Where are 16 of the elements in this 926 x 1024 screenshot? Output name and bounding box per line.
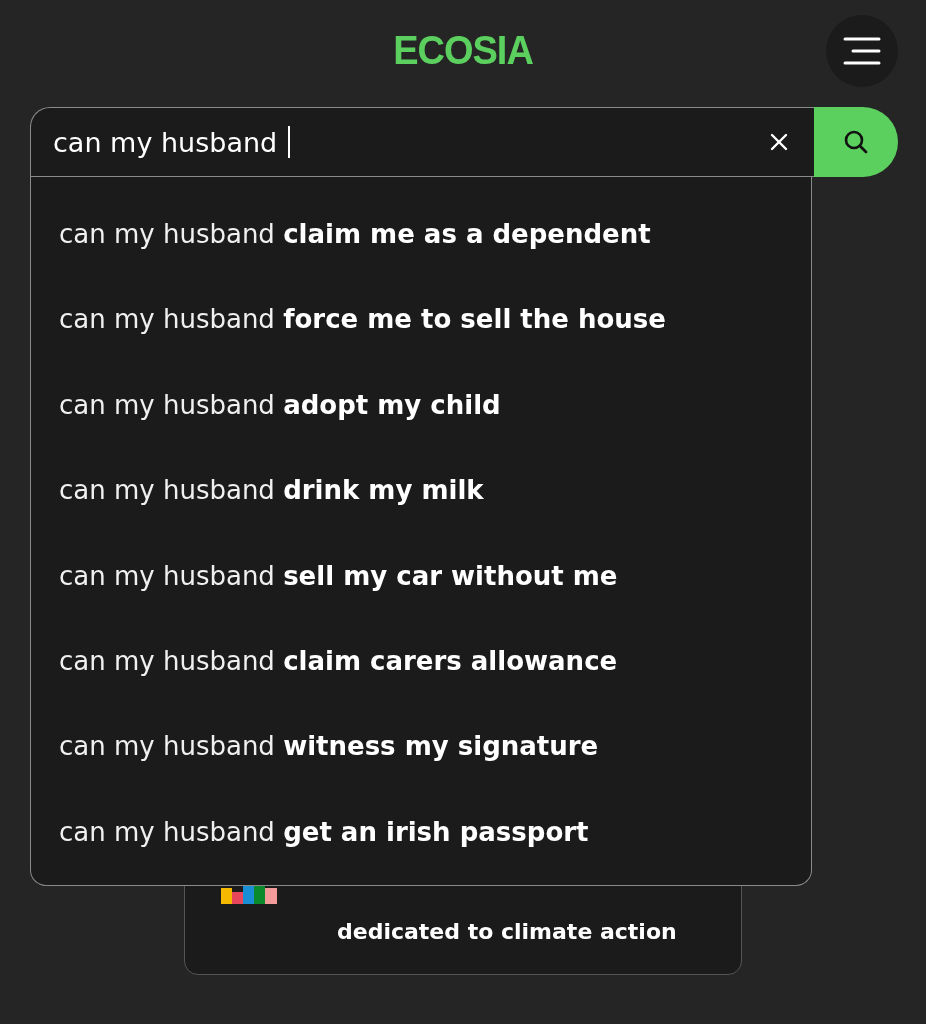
logo[interactable]: ECOSIA: [393, 27, 533, 73]
close-icon: [769, 132, 789, 152]
suggestion-item[interactable]: can my husband claim carers allowance: [31, 618, 811, 705]
counter-caption: dedicated to climate action: [337, 919, 677, 944]
search-icon: [843, 129, 869, 155]
suggestion-item[interactable]: can my husband force me to sell the house: [31, 277, 811, 363]
search-button[interactable]: [814, 107, 898, 177]
clear-button[interactable]: [744, 107, 814, 177]
suggestion-item[interactable]: can my husband sell my car without me: [31, 533, 811, 619]
suggestion-item[interactable]: can my husband drink my milk: [31, 448, 811, 534]
suggestion-item[interactable]: can my husband witness my signature: [31, 704, 811, 790]
suggestion-item[interactable]: can my husband get an irish passport: [31, 789, 811, 876]
suggestion-item[interactable]: can my husband claim me as a dependent: [31, 192, 811, 278]
menu-icon: [843, 36, 881, 66]
suggestion-item[interactable]: can my husband adopt my child: [31, 362, 811, 449]
search-field[interactable]: can my husband: [30, 107, 744, 177]
